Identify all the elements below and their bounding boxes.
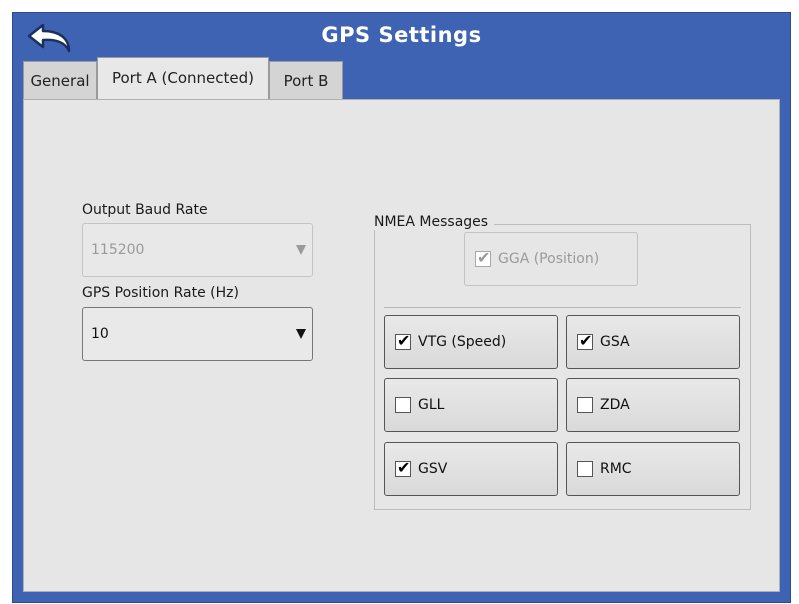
position-rate-dropdown[interactable]: 10 [82, 307, 313, 361]
dropdown-arrow-icon [296, 245, 306, 255]
gsv-checkbox-button[interactable]: ✔ GSV [384, 442, 558, 496]
vtg-label: VTG (Speed) [418, 334, 507, 350]
checkbox [577, 397, 593, 413]
gsa-checkbox-button[interactable]: ✔ GSA [566, 315, 740, 369]
checkbox: ✔ [395, 458, 411, 477]
vtg-checkbox-button[interactable]: ✔ VTG (Speed) [384, 315, 558, 369]
position-rate-value: 10 [91, 326, 109, 342]
rmc-checkbox-button[interactable]: RMC [566, 442, 740, 496]
gga-checkbox-button[interactable]: ✔ GGA (Position) [464, 232, 638, 286]
checkmark-icon: ✔ [579, 331, 593, 350]
page-title: GPS Settings [321, 23, 482, 47]
nmea-messages-legend: NMEA Messages [368, 214, 495, 230]
zda-label: ZDA [600, 397, 630, 413]
gps-settings-window: GPS Settings General Port A (Connected) … [12, 12, 791, 603]
gga-label: GGA (Position) [498, 251, 600, 267]
header-bar: GPS Settings [13, 13, 790, 61]
baud-rate-label: Output Baud Rate [82, 202, 208, 218]
tab-general[interactable]: General [23, 61, 97, 99]
checkbox [395, 397, 411, 413]
checkbox: ✔ [577, 331, 593, 350]
gsv-label: GSV [418, 461, 448, 477]
checkmark-icon: ✔ [477, 248, 491, 267]
rmc-label: RMC [600, 461, 632, 477]
group-divider [384, 307, 741, 308]
checkmark-icon: ✔ [397, 458, 411, 477]
dropdown-arrow-icon [296, 329, 306, 339]
baud-rate-dropdown[interactable]: 115200 [82, 223, 313, 277]
checkbox: ✔ [395, 331, 411, 350]
gsa-label: GSA [600, 334, 630, 350]
checkmark-icon: ✔ [397, 331, 411, 350]
gll-label: GLL [418, 397, 445, 413]
position-rate-label: GPS Position Rate (Hz) [82, 285, 239, 301]
tab-port-a[interactable]: Port A (Connected) [97, 57, 269, 99]
tab-port-b[interactable]: Port B [269, 61, 343, 99]
zda-checkbox-button[interactable]: ZDA [566, 378, 740, 432]
baud-rate-value: 115200 [91, 242, 145, 258]
gll-checkbox-button[interactable]: GLL [384, 378, 558, 432]
checkbox: ✔ [475, 248, 491, 267]
settings-panel: Output Baud Rate 115200 GPS Position Rat… [23, 99, 780, 592]
checkbox [577, 461, 593, 477]
